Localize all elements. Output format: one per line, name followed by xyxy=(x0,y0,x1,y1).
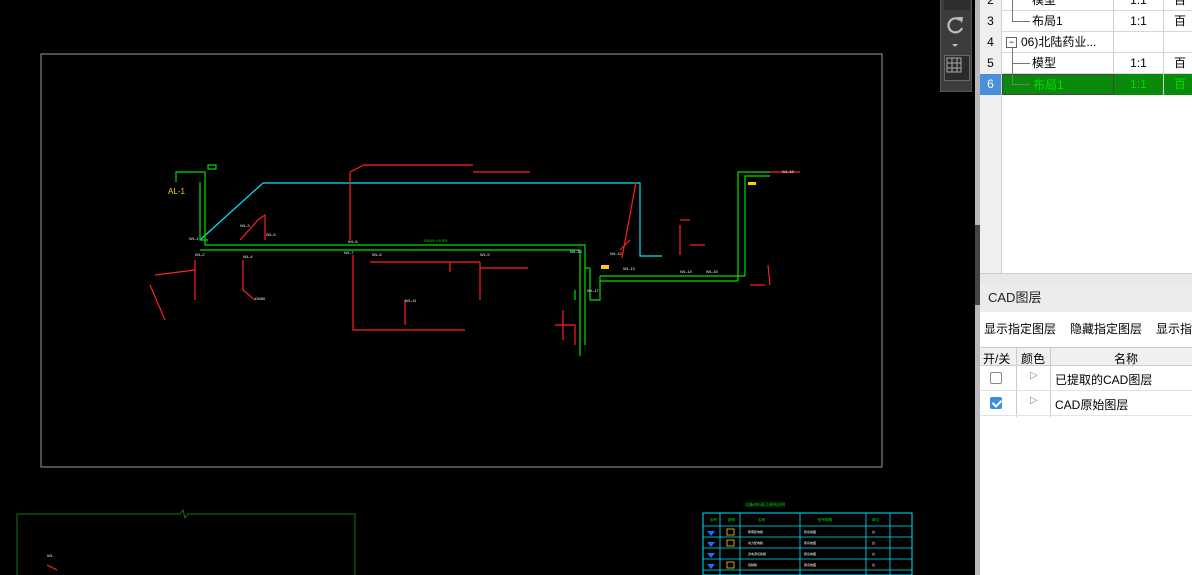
layout-ratio: 1:1 xyxy=(1114,11,1164,32)
layout-ratio xyxy=(1114,32,1164,53)
svg-text:动力配电箱: 动力配电箱 xyxy=(748,540,763,545)
svg-text:按系统图: 按系统图 xyxy=(804,540,816,545)
svg-text:单位: 单位 xyxy=(872,517,880,522)
rotate-icon[interactable] xyxy=(944,12,970,47)
layer-name: CAD原始图层 xyxy=(1055,398,1129,412)
layer-table-header: 开/关 颜色 名称 xyxy=(980,347,1192,366)
layout-ratio: 1:1 xyxy=(1114,0,1164,11)
svg-text:WL-10: WL-10 xyxy=(570,249,583,254)
svg-text:照明配电箱: 照明配电箱 xyxy=(748,529,763,534)
panel-divider xyxy=(980,273,1192,284)
layer-row[interactable]: ▷ 已提取的CAD图层 xyxy=(980,366,1192,391)
layout-name: 布局1 xyxy=(1032,14,1063,28)
col-toggle: 开/关 xyxy=(983,352,1011,366)
layout-name: 模型 xyxy=(1032,56,1057,70)
svg-text:台: 台 xyxy=(872,529,875,534)
hide-layers-button[interactable]: 隐藏指定图层 xyxy=(1070,320,1142,337)
svg-text:WL-6: WL-6 xyxy=(348,239,358,244)
svg-text:控制箱: 控制箱 xyxy=(748,562,757,567)
tree-line xyxy=(1012,48,1013,85)
chevron-up-icon[interactable] xyxy=(944,0,970,10)
layout-group-name: 06)北陆药业... xyxy=(1021,35,1097,49)
layout-extra xyxy=(1164,32,1192,53)
collapse-icon[interactable]: − xyxy=(1006,37,1017,49)
yellow-marker-2 xyxy=(748,182,756,185)
row-number: 4 xyxy=(980,32,1002,53)
svg-text:按系统图: 按系统图 xyxy=(804,529,816,534)
legend-title: 设备材料表及图例说明 xyxy=(745,501,785,507)
red-pipes xyxy=(46,164,800,571)
yellow-marker xyxy=(601,265,609,269)
svg-text:WL-15: WL-15 xyxy=(706,269,719,274)
svg-text:WL-4: WL-4 xyxy=(243,254,253,259)
layout-name: 模型 xyxy=(1032,0,1057,7)
svg-text:台: 台 xyxy=(872,562,875,567)
layout-extra: 百 xyxy=(1174,56,1187,70)
legend-table: 设备材料表及图例说明 序号 图例 名称 型号规格 单位 照明配电箱 动力配电箱 … xyxy=(702,501,913,575)
layout-extra: 百 xyxy=(1164,74,1192,95)
layer-checkbox[interactable] xyxy=(990,372,1002,384)
svg-text:台: 台 xyxy=(872,540,875,545)
col-name: 名称 xyxy=(1114,352,1139,366)
svg-text:型号规格: 型号规格 xyxy=(818,517,832,522)
layout-name: 布局1 xyxy=(1033,78,1064,92)
tree-line xyxy=(1012,63,1030,64)
layer-checkbox-checked[interactable] xyxy=(990,397,1002,409)
svg-text:DN50: DN50 xyxy=(255,296,266,301)
layer-toolbar: 显示指定图层 隐藏指定图层 显示指 xyxy=(980,312,1192,344)
svg-text:WL-17: WL-17 xyxy=(587,288,600,293)
svg-text:按系统图: 按系统图 xyxy=(804,551,816,556)
green-pipes xyxy=(175,164,770,356)
tree-line xyxy=(1012,0,1013,21)
svg-text:WL-1: WL-1 xyxy=(189,236,199,241)
layout-ratio: 1:1 xyxy=(1114,53,1164,74)
svg-text:WL-9: WL-9 xyxy=(480,252,490,257)
row-number: 5 xyxy=(980,53,1002,74)
svg-text:WL-8: WL-8 xyxy=(372,252,382,257)
pipe-annotation: DN100 i=0.005 xyxy=(424,239,448,243)
row-number: 2 xyxy=(980,0,1002,11)
panel-label: AL-1 xyxy=(168,187,185,196)
cad-drawing-canvas[interactable]: WL-1 WL-2 WL-3 WL-4 WL-5 WL-6 WL-7 WL-8 … xyxy=(0,0,975,575)
color-triangle-icon[interactable]: ▷ xyxy=(1030,370,1038,381)
row-number: 6 xyxy=(980,74,1002,95)
view-cube-icon[interactable] xyxy=(944,55,970,81)
svg-text:WL-13: WL-13 xyxy=(623,266,636,271)
lower-left-frame xyxy=(16,508,356,575)
layout-extra: 百 xyxy=(1174,14,1187,28)
svg-text:WL-14: WL-14 xyxy=(680,269,693,274)
drawing-frame xyxy=(40,53,883,468)
svg-text:WL: WL xyxy=(47,553,54,558)
layout-ratio: 1:1 xyxy=(1114,74,1164,95)
svg-text:WL-16: WL-16 xyxy=(782,169,795,174)
row-header-column xyxy=(980,95,1002,273)
svg-text:名称: 名称 xyxy=(758,517,766,522)
tree-line xyxy=(1012,21,1030,22)
svg-text:WL-5: WL-5 xyxy=(266,232,276,237)
svg-text:双电源切换箱: 双电源切换箱 xyxy=(748,551,766,556)
svg-text:WL-2: WL-2 xyxy=(195,252,205,257)
svg-text:WL-11: WL-11 xyxy=(405,298,417,303)
show-layers-button-2[interactable]: 显示指 xyxy=(1156,320,1192,337)
right-panel: 2 模型 1:1 百 3 布局1 1:1 百 4 −06)北陆药业... 5 模… xyxy=(980,0,1192,575)
layout-extra: 百 xyxy=(1174,0,1187,7)
svg-text:按系统图: 按系统图 xyxy=(804,562,816,567)
row-number: 3 xyxy=(980,11,1002,32)
show-layers-button[interactable]: 显示指定图层 xyxy=(984,320,1056,337)
color-triangle-icon[interactable]: ▷ xyxy=(1030,395,1038,406)
col-color: 颜色 xyxy=(1021,352,1046,366)
cad-drawing: WL-1 WL-2 WL-3 WL-4 WL-5 WL-6 WL-7 WL-8 … xyxy=(16,53,913,575)
svg-text:WL-12: WL-12 xyxy=(610,251,623,256)
layer-name: 已提取的CAD图层 xyxy=(1055,373,1153,387)
tree-line xyxy=(1012,84,1030,85)
layer-row[interactable]: ▷ CAD原始图层 xyxy=(980,391,1192,416)
svg-text:WL-3: WL-3 xyxy=(240,223,250,228)
svg-text:序号: 序号 xyxy=(710,517,718,522)
svg-text:台: 台 xyxy=(872,551,875,556)
view-toolbar xyxy=(940,0,972,92)
layer-panel-title: CAD图层 xyxy=(980,284,1192,312)
svg-text:图例: 图例 xyxy=(728,517,736,522)
pipe-tags: WL-1 WL-2 WL-3 WL-4 WL-5 WL-6 WL-7 WL-8 … xyxy=(47,169,795,558)
svg-text:WL-7: WL-7 xyxy=(344,250,354,255)
